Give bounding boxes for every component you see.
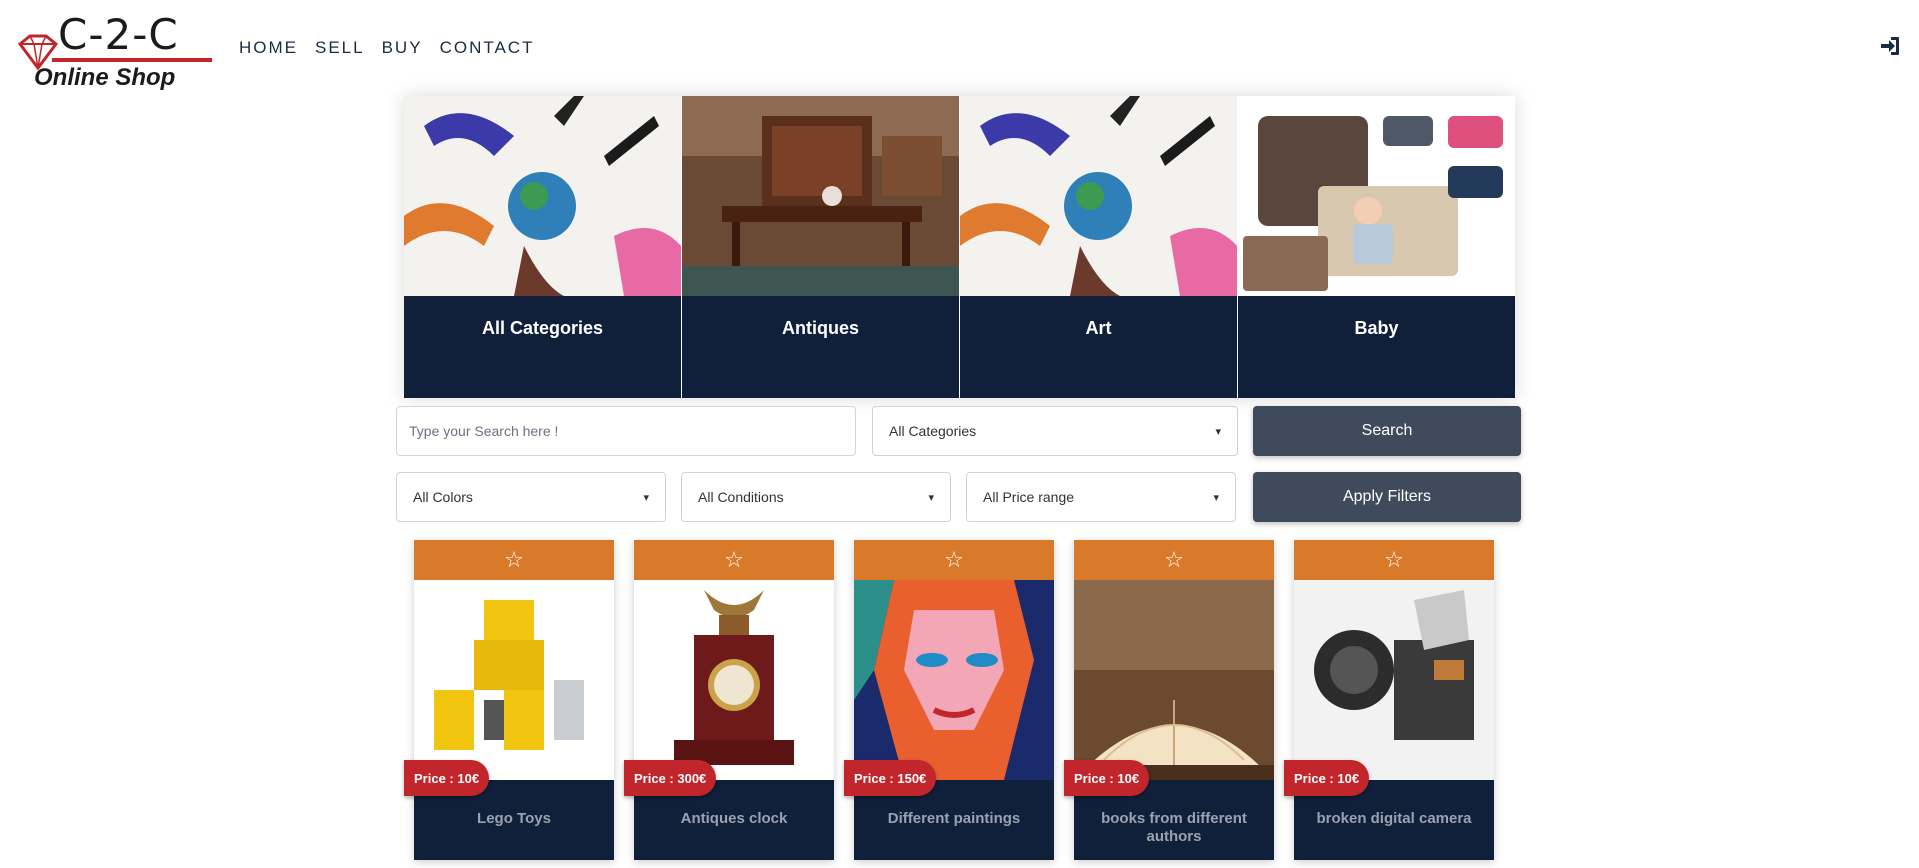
color-select[interactable]: All Colors ▾ bbox=[396, 472, 666, 522]
card-header: ☆ bbox=[854, 540, 1054, 580]
category-image-art bbox=[960, 96, 1237, 296]
nav-buy[interactable]: BUY bbox=[382, 38, 423, 58]
chevron-down-icon: ▾ bbox=[1215, 425, 1221, 438]
product-list: ☆ Price : 10€ Lego Toys ☆ Price: 300€ A… bbox=[404, 540, 1494, 868]
product-name: books from different authors bbox=[1101, 810, 1247, 845]
product-name: broken digital camera bbox=[1316, 810, 1472, 827]
product-image bbox=[414, 580, 614, 780]
star-icon[interactable]: ☆ bbox=[1384, 549, 1404, 571]
price-range-select[interactable]: All Price range ▾ bbox=[966, 472, 1236, 522]
category-select-value: All Categories bbox=[889, 423, 977, 439]
star-icon[interactable]: ☆ bbox=[724, 549, 744, 571]
price-badge: Price : 10€ bbox=[1064, 760, 1150, 796]
nav-sell[interactable]: SELL bbox=[315, 38, 365, 58]
product-card[interactable]: ☆ Price : 10€ Lego Toys bbox=[404, 540, 614, 860]
search-row: Type your Search here ! All Categories ▾… bbox=[396, 406, 1521, 456]
product-name: Different paintings bbox=[887, 810, 1021, 827]
product-card[interactable]: ☆ Price : 10€ books from different autho… bbox=[1064, 540, 1274, 860]
card-header: ☆ bbox=[1074, 540, 1274, 580]
price-badge: Price : 10€ bbox=[1284, 760, 1370, 796]
category-tile-baby[interactable]: Baby bbox=[1238, 96, 1515, 398]
category-tiles: All Categories Antiques Art Baby bbox=[404, 96, 1515, 398]
card-header: ☆ bbox=[634, 540, 834, 580]
category-tile-antiques[interactable]: Antiques bbox=[682, 96, 959, 398]
star-icon[interactable]: ☆ bbox=[1164, 549, 1184, 571]
logo-underline bbox=[52, 58, 212, 62]
category-image-all bbox=[404, 96, 681, 296]
product-name: Antiques clock bbox=[680, 810, 788, 827]
product-image bbox=[1074, 580, 1274, 780]
category-label: All Categories bbox=[481, 318, 604, 338]
search-button[interactable]: Search bbox=[1253, 406, 1521, 456]
price-badge: Price : 300€ bbox=[624, 760, 717, 796]
card-header: ☆ bbox=[414, 540, 614, 580]
header: C-2-C Online Shop HOME SELL BUY CONTACT bbox=[0, 0, 1919, 96]
filter-row: All Colors ▾ All Conditions ▾ All Price … bbox=[396, 472, 1521, 522]
condition-select-value: All Conditions bbox=[698, 489, 784, 505]
logo-text-top: C-2-C bbox=[58, 10, 179, 59]
color-select-value: All Colors bbox=[413, 489, 473, 505]
logo-text-bottom: Online Shop bbox=[34, 64, 176, 91]
chevron-down-icon: ▾ bbox=[643, 491, 649, 504]
category-select[interactable]: All Categories ▾ bbox=[872, 406, 1238, 456]
search-input[interactable]: Type your Search here ! bbox=[396, 406, 856, 456]
product-image bbox=[634, 580, 834, 780]
nav-home[interactable]: HOME bbox=[239, 38, 298, 58]
star-icon[interactable]: ☆ bbox=[504, 549, 524, 571]
nav-contact[interactable]: CONTACT bbox=[440, 38, 535, 58]
sign-in-icon[interactable] bbox=[1878, 34, 1902, 58]
main-nav: HOME SELL BUY CONTACT bbox=[239, 38, 551, 58]
site-logo[interactable]: C-2-C Online Shop bbox=[16, 10, 216, 91]
card-header: ☆ bbox=[1294, 540, 1494, 580]
category-tile-all[interactable]: All Categories bbox=[404, 96, 681, 398]
category-image-antiques bbox=[682, 96, 959, 296]
chevron-down-icon: ▾ bbox=[1213, 491, 1219, 504]
product-card[interactable]: ☆ Price : 150€ Different paintings bbox=[844, 540, 1054, 860]
category-image-baby bbox=[1238, 96, 1515, 296]
price-select-value: All Price range bbox=[983, 489, 1075, 505]
product-image bbox=[854, 580, 1054, 780]
category-tile-art[interactable]: Art bbox=[960, 96, 1237, 398]
product-card[interactable]: ☆ Price : 300€ Antiques clock bbox=[624, 540, 834, 860]
product-card[interactable]: ☆ Price : 10€ broken digital camera bbox=[1284, 540, 1494, 860]
star-icon[interactable]: ☆ bbox=[944, 549, 964, 571]
product-image bbox=[1294, 580, 1494, 780]
category-label: Antiques bbox=[781, 318, 859, 338]
price-badge: Price : 150€ bbox=[844, 760, 937, 796]
product-name: Lego Toys bbox=[477, 810, 551, 827]
condition-select[interactable]: All Conditions ▾ bbox=[681, 472, 951, 522]
category-label: Art bbox=[1085, 318, 1112, 338]
price-badge: Price : 10€ bbox=[404, 760, 490, 796]
chevron-down-icon: ▾ bbox=[928, 491, 934, 504]
apply-filters-button[interactable]: Apply Filters bbox=[1253, 472, 1521, 522]
category-label: Baby bbox=[1354, 318, 1399, 338]
